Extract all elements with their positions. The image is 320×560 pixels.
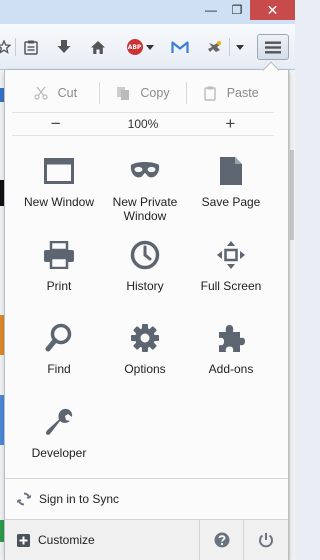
print-button[interactable]: Print <box>15 237 103 293</box>
clock-icon <box>127 237 163 273</box>
maximize-button[interactable]: ❐ <box>224 0 250 20</box>
reading-list-icon[interactable] <box>22 37 40 57</box>
full-screen-button[interactable]: Full Screen <box>187 237 275 293</box>
zoom-reset-button[interactable]: 100% <box>99 113 186 135</box>
power-icon <box>258 533 273 548</box>
home-icon[interactable] <box>88 37 108 57</box>
save-page-icon <box>213 153 249 189</box>
edit-controls: Cut Copy Paste <box>12 82 274 104</box>
help-icon <box>214 532 229 548</box>
find-button[interactable]: Find <box>15 320 103 376</box>
save-page-button[interactable]: Save Page <box>187 153 275 209</box>
history-button[interactable]: History <box>101 237 189 293</box>
print-label: Print <box>46 279 72 293</box>
page-scrollbar-thumb[interactable] <box>290 150 294 240</box>
private-mask-icon <box>127 153 163 189</box>
extension-icon[interactable] <box>205 37 225 57</box>
customize-button[interactable]: Customize <box>5 520 199 560</box>
adblock-icon: ABP <box>126 39 143 55</box>
new-private-window-label: New Private Window <box>112 195 178 223</box>
new-window-button[interactable]: New Window <box>15 153 103 209</box>
gmail-icon[interactable] <box>169 37 191 57</box>
page-scrollbar[interactable] <box>289 70 295 560</box>
copy-button[interactable]: Copy <box>98 82 187 104</box>
save-page-label: Save Page <box>201 195 261 209</box>
cut-label: Cut <box>57 86 78 100</box>
options-label: Options <box>124 362 166 376</box>
add-ons-label: Add-ons <box>208 362 254 376</box>
copy-label: Copy <box>140 86 170 100</box>
customize-label: Customize <box>38 533 95 547</box>
copy-icon <box>116 85 130 101</box>
plus-box-icon <box>17 533 30 547</box>
quit-button[interactable] <box>243 520 287 560</box>
sign-in-to-sync-button[interactable]: Sign in to Sync <box>5 479 288 519</box>
history-label: History <box>126 279 164 293</box>
paste-button[interactable]: Paste <box>186 82 274 104</box>
new-private-window-button[interactable]: New Private Window <box>101 153 189 223</box>
cut-button[interactable]: Cut <box>12 82 99 104</box>
find-label: Find <box>47 362 71 376</box>
options-button[interactable]: Options <box>101 320 189 376</box>
navigation-toolbar: ABP <box>0 24 295 70</box>
sync-label: Sign in to Sync <box>39 492 120 506</box>
star-icon[interactable] <box>0 37 12 57</box>
scissors-icon <box>33 85 48 101</box>
puzzle-icon <box>213 320 249 356</box>
zoom-out-button[interactable]: − <box>12 113 99 135</box>
download-icon[interactable] <box>54 37 74 57</box>
zoom-in-button[interactable]: + <box>187 113 274 135</box>
wrench-icon <box>41 404 77 440</box>
printer-icon <box>41 237 77 273</box>
open-menu-button[interactable] <box>257 34 289 60</box>
add-ons-button[interactable]: Add-ons <box>187 320 275 376</box>
toolbar-separator <box>229 38 230 56</box>
adblock-button[interactable]: ABP <box>124 37 156 57</box>
toolbar-separator <box>15 38 16 56</box>
extension-dropdown[interactable] <box>234 37 246 57</box>
developer-label: Developer <box>31 446 87 460</box>
sync-icon <box>17 492 31 506</box>
help-button[interactable] <box>199 520 243 560</box>
developer-button[interactable]: Developer <box>15 404 103 460</box>
close-window-button[interactable]: ✕ <box>250 0 295 20</box>
hamburger-menu-icon <box>265 41 281 53</box>
gear-icon <box>127 320 163 356</box>
minimize-button[interactable]: — <box>198 0 224 20</box>
new-window-icon <box>41 153 77 189</box>
paste-label: Paste <box>226 86 259 100</box>
fullscreen-icon <box>213 237 249 273</box>
customize-bar: Customize <box>5 520 288 560</box>
window-titlebar: — ❐ ✕ <box>0 0 295 24</box>
clipboard-icon <box>203 85 217 101</box>
magnifier-icon <box>41 320 77 356</box>
new-window-label: New Window <box>23 195 95 209</box>
zoom-controls: − 100% + <box>12 112 274 136</box>
full-screen-label: Full Screen <box>200 279 262 293</box>
